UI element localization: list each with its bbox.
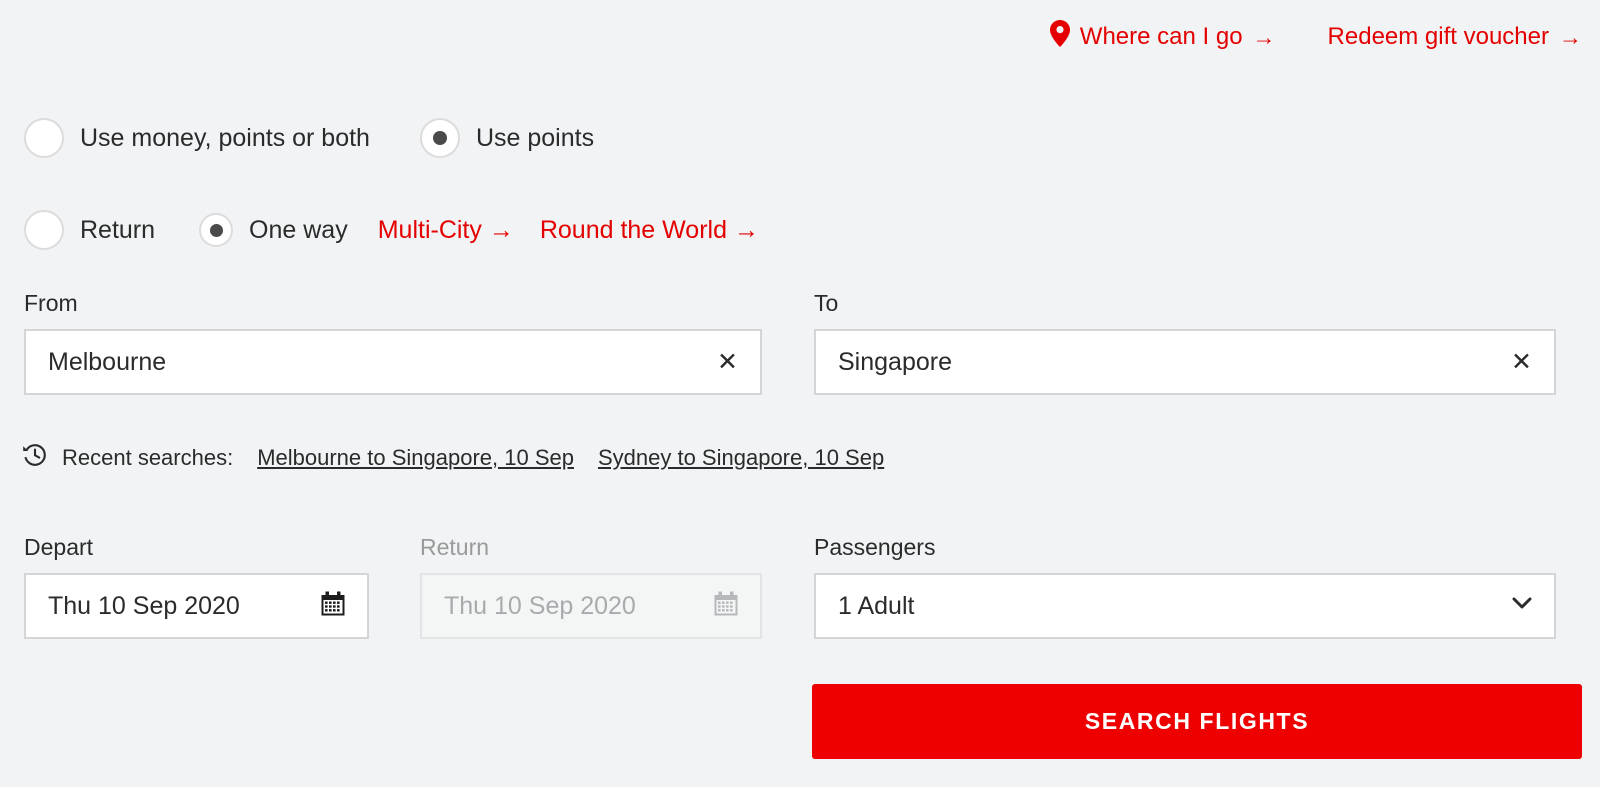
round-the-world-label: Round the World [539,215,727,244]
radio-label: Use points [475,123,595,152]
clear-icon[interactable]: ✕ [709,349,738,375]
radio-use-money-points-or-both[interactable]: Use money, points or both [24,118,370,158]
radio-selected-dot [432,131,447,145]
chevron-down-icon[interactable] [1512,597,1532,615]
depart-date-input[interactable]: Thu 10 Sep 2020 [24,573,369,639]
recent-searches-label: Recent searches: [62,444,234,470]
radio-one-way[interactable]: One way [199,213,348,247]
recent-search-item[interactable]: Sydney to Singapore, 10 Sep [598,445,884,471]
radio-label: Return [80,215,156,244]
passengers-field-label: Passengers [814,534,936,560]
radio-indicator [419,118,460,158]
passengers-value: 1 Adult [838,591,915,620]
arrow-right-icon: → [1252,23,1276,50]
passengers-select[interactable]: 1 Adult [814,573,1556,639]
depart-field-label: Depart [24,534,94,560]
radio-selected-dot [209,223,223,237]
from-input-value: Melbourne [48,347,167,376]
to-input-value: Singapore [838,347,952,376]
return-date-value: Thu 10 Sep 2020 [444,591,636,620]
to-input[interactable]: Singapore ✕ [814,329,1556,395]
where-can-i-go-label: Where can I go [1079,23,1243,50]
radio-indicator [24,118,64,158]
radio-indicator [199,213,234,247]
where-can-i-go-link[interactable]: Where can I go → [1049,20,1276,54]
radio-indicator [24,210,64,250]
multi-city-label: Multi-City [377,215,482,244]
depart-date-value: Thu 10 Sep 2020 [48,591,240,620]
from-field-label: From [24,290,78,316]
to-field-label: To [814,290,839,316]
redeem-gift-voucher-label: Redeem gift voucher [1327,23,1549,50]
redeem-gift-voucher-link[interactable]: Redeem gift voucher → [1328,23,1582,51]
radio-use-points[interactable]: Use points [419,118,595,158]
arrow-right-icon: → [733,215,759,244]
calendar-icon[interactable] [321,591,345,621]
location-pin-icon [1049,20,1070,54]
round-the-world-link[interactable]: Round the World → [540,216,759,245]
arrow-right-icon: → [1559,23,1582,50]
multi-city-link[interactable]: Multi-City → [378,216,514,245]
radio-label: Use money, points or both [80,123,370,152]
return-date-input: Thu 10 Sep 2020 [420,573,762,639]
radio-return[interactable]: Return [24,210,155,250]
search-flights-button[interactable]: SEARCH FLIGHTS [812,684,1582,759]
return-field-label: Return [420,534,490,560]
from-input[interactable]: Melbourne ✕ [24,329,762,395]
recent-searches: Recent searches: Melbourne to Singapore,… [22,442,884,473]
top-utility-links: Where can I go → Redeem gift voucher → [1049,20,1582,54]
history-icon [22,442,48,473]
calendar-icon [714,591,738,621]
clear-icon[interactable]: ✕ [1503,349,1532,375]
fare-type-radio-group: Use money, points or both Use points [24,118,594,158]
radio-label: One way [249,215,348,244]
arrow-right-icon: → [488,215,514,244]
recent-search-item[interactable]: Melbourne to Singapore, 10 Sep [257,445,574,471]
trip-type-radio-group: Return One way Multi-City → Round the Wo… [24,210,759,250]
